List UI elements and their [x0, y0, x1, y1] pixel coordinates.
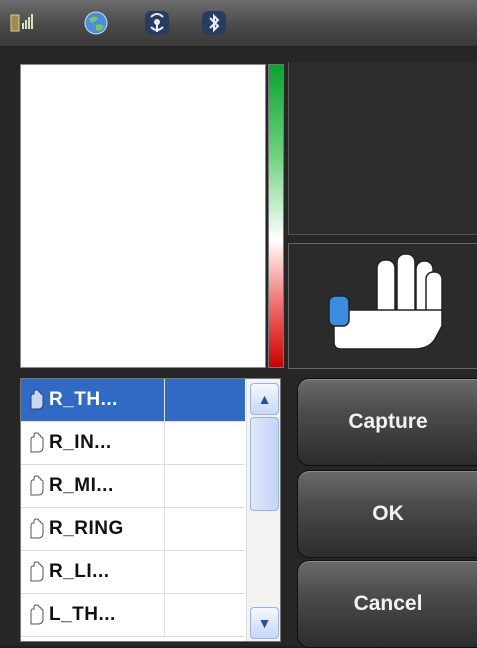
ok-button[interactable]: OK: [297, 470, 477, 558]
cancel-button[interactable]: Cancel: [297, 560, 477, 648]
capture-button[interactable]: Capture: [297, 378, 477, 466]
list-item[interactable]: R_IN...: [21, 422, 245, 465]
finger-list[interactable]: R_TH... R_IN... R_MI... R_RING R_LI... L…: [20, 378, 281, 642]
hand-icon: [328, 253, 443, 350]
fingerprint-preview: [20, 64, 266, 368]
highlighted-finger: [328, 295, 350, 327]
finger-icon: [30, 604, 44, 625]
list-item[interactable]: R_MI...: [21, 465, 245, 508]
list-scrollbar[interactable]: ▲ ▼: [246, 379, 280, 641]
finger-icon: [30, 518, 44, 539]
finger-icon: [30, 389, 44, 410]
chevron-down-icon: ▼: [257, 615, 272, 631]
scroll-up-button[interactable]: ▲: [250, 383, 279, 415]
status-bar: [0, 0, 477, 47]
bluetooth-icon: [202, 11, 226, 35]
globe-icon: [84, 11, 108, 35]
list-item[interactable]: R_TH...: [21, 379, 245, 422]
finger-icon: [30, 432, 44, 453]
list-item[interactable]: R_LI...: [21, 551, 245, 594]
scroll-thumb[interactable]: [250, 417, 279, 511]
chevron-up-icon: ▲: [257, 391, 272, 407]
finger-icon: [30, 475, 44, 496]
signal-icon: [10, 14, 33, 32]
list-item[interactable]: R_RING: [21, 508, 245, 551]
scroll-down-button[interactable]: ▼: [250, 607, 279, 639]
finger-icon: [30, 561, 44, 582]
list-item[interactable]: L_TH...: [21, 594, 245, 637]
quality-meter: [268, 64, 284, 368]
info-panel: [288, 62, 477, 235]
hand-panel: [288, 243, 477, 369]
wireless-icon: [145, 11, 169, 35]
